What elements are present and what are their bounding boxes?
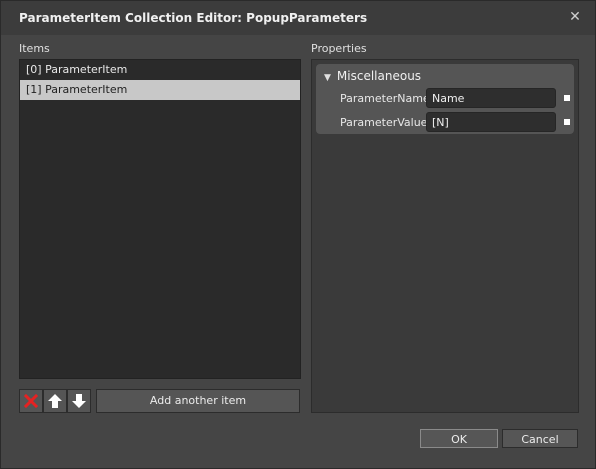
move-down-button[interactable] <box>67 389 91 413</box>
delete-button[interactable] <box>19 389 43 413</box>
items-label: Items <box>19 42 50 55</box>
list-item-0[interactable]: [0] ParameterItem <box>20 60 300 80</box>
add-item-button[interactable]: Add another item <box>96 389 300 413</box>
dialog-title: ParameterItem Collection Editor: PopupPa… <box>19 11 368 25</box>
items-list[interactable]: [0] ParameterItem [1] ParameterItem <box>19 59 301 379</box>
list-item-1[interactable]: [1] ParameterItem <box>20 80 300 100</box>
delete-icon <box>23 393 39 409</box>
property-grid: ▼ Miscellaneous ParameterName Name Parame… <box>311 59 579 413</box>
ok-button[interactable]: OK <box>420 429 498 448</box>
move-down-icon <box>72 394 86 408</box>
property-name: ParameterValue <box>340 116 428 129</box>
property-row-parametername: ParameterName Name <box>316 88 574 110</box>
property-marker-icon[interactable] <box>564 119 570 125</box>
parametervalue-field[interactable]: [N] <box>426 112 556 132</box>
close-icon[interactable]: ✕ <box>567 9 583 25</box>
property-marker-icon[interactable] <box>564 95 570 101</box>
properties-label: Properties <box>311 42 367 55</box>
cancel-button[interactable]: Cancel <box>502 429 578 448</box>
collection-editor-dialog: ParameterItem Collection Editor: PopupPa… <box>0 0 596 469</box>
move-up-button[interactable] <box>43 389 67 413</box>
category-miscellaneous: ▼ Miscellaneous ParameterName Name Parame… <box>316 64 574 134</box>
category-label: Miscellaneous <box>336 69 422 83</box>
parametername-field[interactable]: Name <box>426 88 556 108</box>
property-row-parametervalue: ParameterValue [N] <box>316 112 574 134</box>
collapse-triangle-icon[interactable]: ▼ <box>324 73 331 83</box>
property-name: ParameterName <box>340 92 430 105</box>
title-bar: ParameterItem Collection Editor: PopupPa… <box>1 1 595 35</box>
move-up-icon <box>48 394 62 408</box>
category-header[interactable]: ▼ Miscellaneous <box>324 68 421 84</box>
